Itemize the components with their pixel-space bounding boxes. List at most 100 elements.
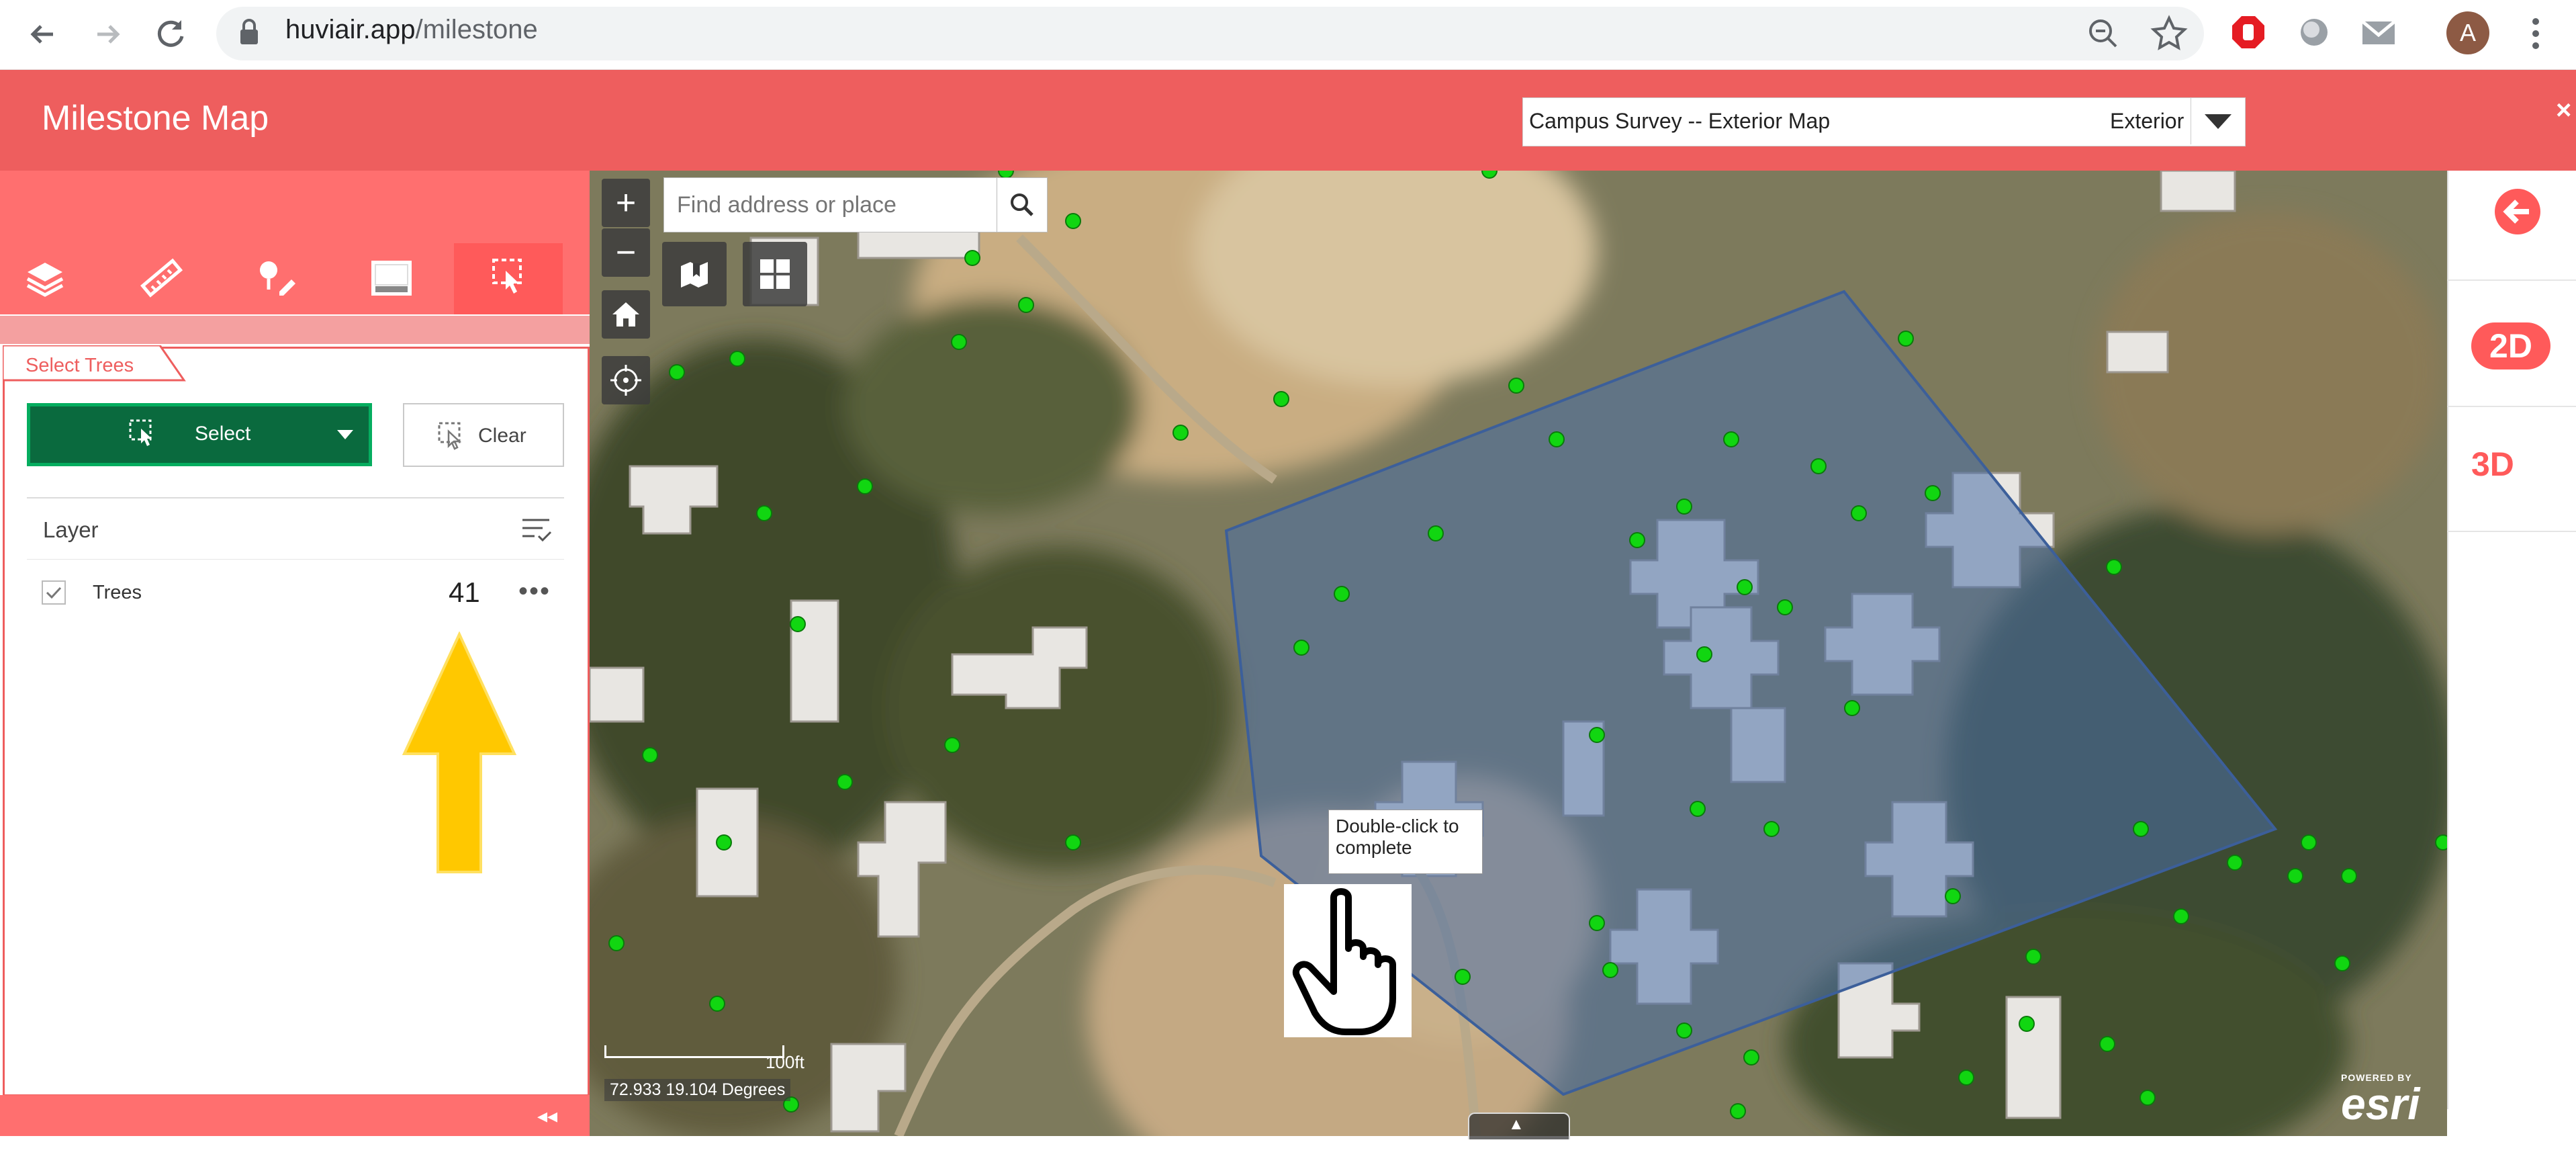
tree-point[interactable]	[756, 505, 772, 521]
tree-point[interactable]	[1777, 599, 1793, 615]
tree-point[interactable]	[1730, 1103, 1746, 1119]
clear-button-label[interactable]: Clear	[478, 425, 526, 447]
tree-point[interactable]	[1676, 1022, 1692, 1039]
tree-point[interactable]	[2227, 855, 2243, 871]
tree-point[interactable]	[2173, 908, 2189, 924]
home-icon[interactable]	[602, 290, 650, 339]
browser-menu-icon[interactable]	[2529, 15, 2542, 56]
extension-adblock-icon[interactable]	[2229, 13, 2267, 54]
search-icon[interactable]	[997, 177, 1048, 232]
tree-point[interactable]	[837, 774, 853, 790]
ruler-icon[interactable]	[130, 250, 191, 308]
bookmark-star-icon[interactable]	[2150, 15, 2188, 56]
forward-icon[interactable]	[86, 12, 130, 56]
map-selector-suffix[interactable]: Exterior	[2110, 109, 2184, 134]
url-text[interactable]: huviair.app/milestone	[285, 15, 538, 45]
tree-point[interactable]	[1293, 640, 1309, 656]
tree-point[interactable]	[1549, 431, 1565, 447]
chevron-down-icon[interactable]	[2191, 98, 2245, 144]
tree-point[interactable]	[951, 334, 967, 350]
tree-point[interactable]	[2287, 868, 2303, 884]
draw-icon[interactable]	[246, 250, 306, 308]
tree-point[interactable]	[2341, 868, 2357, 884]
select-trees-icon[interactable]	[478, 250, 539, 308]
tree-point[interactable]	[1690, 801, 1706, 817]
tree-point[interactable]	[1743, 1049, 1759, 1065]
tree-point[interactable]	[964, 250, 980, 266]
search-input[interactable]	[677, 179, 986, 231]
tree-point[interactable]	[729, 351, 745, 367]
close-icon[interactable]: ×	[2556, 95, 2571, 126]
extension-circle-icon[interactable]	[2297, 15, 2332, 53]
tree-point[interactable]	[2334, 955, 2350, 971]
tree-point[interactable]	[1810, 458, 1827, 474]
reload-icon[interactable]	[149, 12, 193, 56]
view-3d-button[interactable]: 3D	[2471, 445, 2514, 484]
select-button-label[interactable]: Select	[195, 423, 250, 445]
tree-point[interactable]	[1723, 431, 1739, 447]
extension-mail-icon[interactable]	[2360, 16, 2397, 52]
tree-point[interactable]	[1065, 834, 1081, 851]
tree-point[interactable]	[1763, 821, 1780, 837]
tree-point[interactable]	[669, 364, 685, 380]
tree-point[interactable]	[1851, 505, 1867, 521]
tree-point[interactable]	[2099, 1036, 2115, 1052]
tree-point[interactable]	[1925, 485, 1941, 501]
tab-select-trees[interactable]: Select Trees	[26, 355, 134, 377]
zoom-icon[interactable]	[2086, 16, 2121, 54]
back-icon[interactable]	[20, 12, 64, 56]
locate-icon[interactable]	[602, 356, 650, 404]
map-view[interactable]	[590, 171, 2447, 1136]
tree-point[interactable]	[642, 747, 658, 763]
tree-point[interactable]	[1172, 425, 1189, 441]
divider	[2447, 406, 2576, 407]
tree-point[interactable]	[1455, 969, 1471, 985]
tree-point[interactable]	[608, 935, 625, 951]
tree-point[interactable]	[2133, 821, 2149, 837]
tree-point[interactable]	[2019, 1016, 2035, 1032]
tree-point[interactable]	[1065, 213, 1081, 229]
tree-point[interactable]	[1629, 532, 1645, 548]
tree-point[interactable]	[1273, 391, 1289, 407]
profile-avatar[interactable]: A	[2446, 11, 2489, 54]
tree-point[interactable]	[1844, 700, 1860, 716]
tree-point[interactable]	[1737, 579, 1753, 595]
grid-apps-icon[interactable]	[743, 242, 807, 306]
tree-point[interactable]	[709, 996, 725, 1012]
layers-icon[interactable]	[15, 250, 75, 308]
bookmark-map-icon[interactable]	[662, 242, 727, 306]
tree-point[interactable]	[1898, 331, 1914, 347]
tree-point[interactable]	[1602, 962, 1618, 978]
tree-point[interactable]	[2435, 834, 2447, 851]
tree-point[interactable]	[2140, 1090, 2156, 1106]
caret-up-icon[interactable]: ▲	[1508, 1115, 1524, 1134]
tree-point[interactable]	[716, 834, 732, 851]
tree-point[interactable]	[1589, 915, 1605, 931]
tree-point[interactable]	[1945, 888, 1961, 904]
tree-point[interactable]	[1696, 646, 1712, 662]
basemap-icon[interactable]	[361, 250, 422, 308]
map-selector-value[interactable]: Campus Survey -- Exterior Map	[1529, 109, 1830, 134]
zoom-out-button[interactable]: −	[602, 228, 650, 277]
collapse-panel-icon[interactable]: ◂◂	[537, 1104, 557, 1128]
view-2d-button[interactable]: 2D	[2471, 322, 2550, 369]
tree-point[interactable]	[1676, 498, 1692, 515]
tree-point[interactable]	[1958, 1070, 1974, 1086]
tree-point[interactable]	[1334, 586, 1350, 602]
back-arrow-icon[interactable]	[2494, 188, 2541, 238]
tree-point[interactable]	[2106, 559, 2122, 575]
more-options-icon[interactable]: •••	[518, 576, 551, 607]
tree-point[interactable]	[1589, 727, 1605, 743]
trees-layer-checkbox[interactable]	[42, 580, 66, 605]
tree-point[interactable]	[2301, 834, 2317, 851]
tree-point[interactable]	[1428, 525, 1444, 541]
tree-point[interactable]	[1508, 378, 1524, 394]
tree-point[interactable]	[944, 737, 960, 753]
chevron-down-icon[interactable]	[336, 429, 355, 444]
tree-point[interactable]	[1018, 297, 1034, 313]
tree-point[interactable]	[857, 478, 873, 494]
filter-list-icon[interactable]	[520, 515, 553, 548]
zoom-in-button[interactable]: +	[602, 179, 650, 227]
tree-point[interactable]	[2025, 949, 2041, 965]
tree-point[interactable]	[790, 616, 806, 632]
